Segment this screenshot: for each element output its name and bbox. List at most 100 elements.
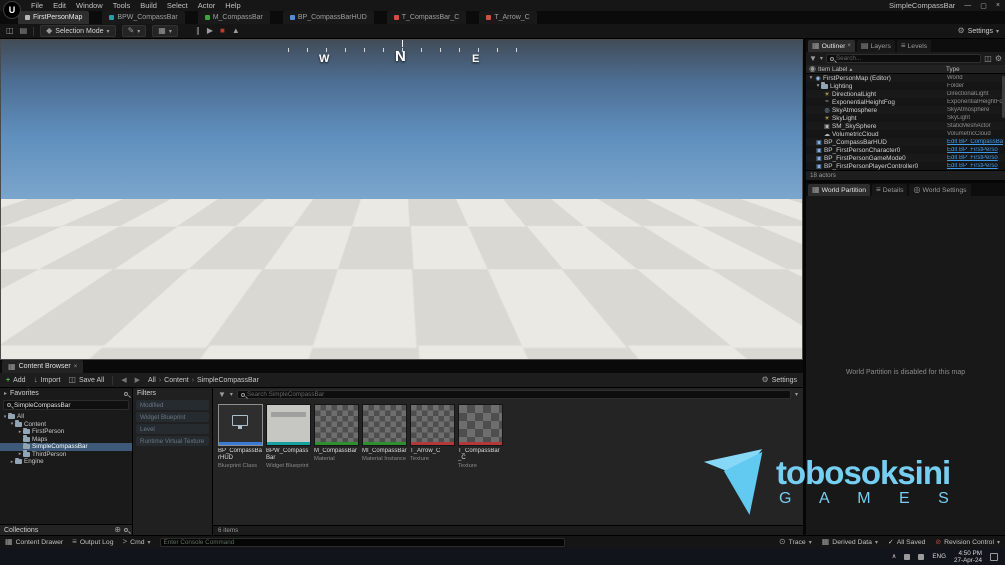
cmd-dropdown[interactable]: > Cmd ▾ — [122, 538, 150, 546]
clock[interactable]: 4:50 PM 27-Apr-24 — [954, 550, 982, 564]
tab-details[interactable]: ≡ Details — [872, 184, 908, 196]
close-icon[interactable]: × — [847, 43, 851, 49]
menu-build[interactable]: Build — [135, 1, 162, 10]
tree-item-thirdperson[interactable]: ▸ ThirdPerson — [0, 450, 132, 459]
tree-item-simplecompassbar[interactable]: SimpleCompassBar — [0, 442, 132, 451]
outliner-row-volumetriccloud[interactable]: ☁ VolumetricCloud VolumetricCloud — [806, 130, 1005, 138]
output-log-button[interactable]: ≡ Output Log — [72, 538, 113, 546]
tab-world-partition[interactable]: ▦ World Partition — [808, 184, 871, 196]
content-drawer-button[interactable]: ▦ Content Drawer — [5, 538, 63, 546]
menu-window[interactable]: Window — [71, 1, 108, 10]
asset-t-compassbar-c[interactable]: T_CompassBar_C Texture — [458, 404, 503, 469]
menu-select[interactable]: Select — [162, 1, 193, 10]
outliner-row-heightfog[interactable]: ≈ ExponentialHeightFog ExponentialHeight… — [806, 98, 1005, 106]
close-button[interactable]: × — [996, 2, 1000, 9]
outliner-row-skylight[interactable]: ☀ SkyLight SkyLight — [806, 114, 1005, 122]
menu-actor[interactable]: Actor — [193, 1, 221, 10]
tab-layers[interactable]: ▤ Layers — [856, 40, 895, 52]
tab-bp-compassbarhud[interactable]: BP_CompassBarHUD — [282, 11, 374, 24]
close-icon[interactable]: × — [74, 364, 78, 370]
tray-expand-icon[interactable]: ∧ — [892, 553, 897, 560]
add-folder-icon[interactable]: ◫ — [984, 54, 992, 63]
play-icon[interactable]: ▶ — [207, 27, 213, 35]
edit-blueprint-link[interactable]: Edit BP_FirstPerso — [947, 163, 1003, 169]
menu-help[interactable]: Help — [220, 1, 245, 10]
outliner-row-gamemode[interactable]: ▣ BP_FirstPersonGameMode0 Edit BP_FirstP… — [806, 154, 1005, 162]
tree-item-maps[interactable]: Maps — [0, 435, 132, 444]
import-button[interactable]: ↓ Import — [34, 376, 61, 384]
outliner-row-skyatmosphere[interactable]: ◎ SkyAtmosphere SkyAtmosphere — [806, 106, 1005, 114]
save-all-button[interactable]: ◫ Save All — [68, 376, 104, 384]
edit-blueprint-link[interactable]: Edit BP_FirstPerso — [947, 147, 1003, 153]
filter-runtime-virtual-texture[interactable]: Runtime Virtual Texture — [136, 436, 209, 446]
asset-m-compassbar[interactable]: M_CompassBar Material — [314, 404, 359, 462]
add-button[interactable]: + Add — [6, 377, 26, 384]
tab-firstpersonmap[interactable]: FirstPersonMap — [18, 11, 90, 24]
search-icon[interactable] — [124, 528, 128, 532]
collections-bar[interactable]: Collections ⊕ — [0, 524, 132, 535]
asset-search-input[interactable] — [246, 391, 787, 398]
pause-icon[interactable]: ∥ — [196, 27, 200, 35]
tab-t-arrow-c[interactable]: T_Arrow_C — [479, 11, 537, 24]
asset-bpw-compassbar[interactable]: BPW_CompassBar Widget Blueprint — [266, 404, 311, 469]
filter-icon[interactable]: ▼ — [809, 54, 817, 63]
filter-icon[interactable]: ▼ — [218, 390, 226, 399]
outliner-row-playercontroller[interactable]: ▣ BP_FirstPersonPlayerController0 Edit B… — [806, 162, 1005, 170]
sources-search-row[interactable]: SimpleCompassBar — [3, 400, 129, 410]
create-dropdown[interactable]: ✎ ▾ — [121, 25, 147, 37]
menu-tools[interactable]: Tools — [108, 1, 136, 10]
tab-t-compassbar-c[interactable]: T_CompassBar_C — [386, 11, 467, 24]
asset-mi-compassbar[interactable]: MI_CompassBar Material Instance — [362, 404, 407, 462]
tab-m-compassbar[interactable]: M_CompassBar — [197, 11, 270, 24]
eye-icon[interactable]: ◉ — [809, 65, 816, 73]
editor-mode-dropdown[interactable]: ◆ Selection Mode ▾ — [40, 25, 116, 37]
filter-widget-blueprint[interactable]: Widget Blueprint — [136, 412, 209, 422]
trace-dropdown[interactable]: ⊙ Trace ▾ — [779, 538, 812, 546]
breadcrumb-content[interactable]: Content — [164, 377, 189, 384]
tab-bpw-compassbar[interactable]: BPW_CompassBar — [102, 11, 185, 24]
asset-t-arrow-c[interactable]: T_Arrow_C Texture — [410, 404, 455, 462]
filter-level[interactable]: Level — [136, 424, 209, 434]
viewport[interactable]: W N E — [0, 39, 803, 360]
derived-data-dropdown[interactable]: ▦ Derived Data ▾ — [822, 538, 878, 546]
console-command-input[interactable] — [163, 538, 561, 546]
tree-item-engine[interactable]: ▸ Engine — [0, 457, 132, 466]
tray-icon[interactable] — [904, 553, 911, 560]
filter-modified[interactable]: Modified — [136, 400, 209, 410]
minimize-button[interactable]: — — [964, 2, 971, 9]
outliner-row-directionallight[interactable]: ☀ DirectionalLight DirectionalLight — [806, 90, 1005, 98]
notification-icon[interactable] — [990, 552, 998, 561]
asset-bp-compassbarhud[interactable]: BP_CompassBarHUD Blueprint Class — [218, 404, 263, 469]
browse-icon[interactable]: ▤ — [20, 27, 28, 35]
search-icon[interactable] — [124, 391, 128, 396]
back-button[interactable]: ◀ — [121, 376, 126, 384]
quick-add-dropdown[interactable]: ▦ ▾ — [152, 25, 178, 37]
forward-button[interactable]: ▶ — [135, 376, 140, 384]
edit-blueprint-link[interactable]: Edit BP_FirstPerso — [947, 155, 1003, 161]
outliner-row-compassbarhud[interactable]: ▣ BP_CompassBarHUD Edit BP_CompassBa — [806, 138, 1005, 146]
tray-icon[interactable] — [918, 553, 925, 560]
tree-item-content[interactable]: ▾ Content — [0, 420, 132, 429]
eject-icon[interactable]: ▲ — [232, 27, 240, 35]
unreal-logo-icon[interactable]: U — [3, 1, 21, 19]
menu-file[interactable]: File — [26, 1, 48, 10]
outliner-settings-icon[interactable]: ⚙ — [995, 54, 1002, 63]
breadcrumb-simplecompassbar[interactable]: SimpleCompassBar — [197, 377, 259, 384]
outliner-row-lighting[interactable]: ▾ Lighting Folder — [806, 82, 1005, 90]
outliner-search-input[interactable] — [835, 55, 978, 62]
maximize-button[interactable]: ▢ — [980, 2, 987, 10]
edit-blueprint-link[interactable]: Edit BP_CompassBa — [947, 139, 1003, 145]
tree-item-all[interactable]: ▾ All — [0, 412, 132, 421]
outliner-row-world[interactable]: ▾ ◉ FirstPersonMap (Editor) World — [806, 74, 1005, 82]
tab-world-settings[interactable]: ◎ World Settings — [909, 184, 971, 196]
breadcrumb-all[interactable]: All — [148, 377, 156, 384]
stop-icon[interactable]: ■ — [220, 27, 225, 35]
all-saved-indicator[interactable]: ✓ All Saved — [888, 538, 925, 547]
tree-item-firstperson[interactable]: ▸ FirstPerson — [0, 427, 132, 436]
saved-search-icon[interactable]: ▾ — [795, 391, 798, 398]
revision-control-dropdown[interactable]: ⊘ Revision Control ▾ — [935, 538, 1000, 547]
outliner-row-skysphere[interactable]: ▣ SM_SkySphere StaticMeshActor — [806, 122, 1005, 130]
outliner-row-character[interactable]: ▣ BP_FirstPersonCharacter0 Edit BP_First… — [806, 146, 1005, 154]
save-level-icon[interactable]: ◫ — [6, 27, 14, 35]
content-browser-settings-button[interactable]: ⚙ Settings — [762, 376, 797, 384]
